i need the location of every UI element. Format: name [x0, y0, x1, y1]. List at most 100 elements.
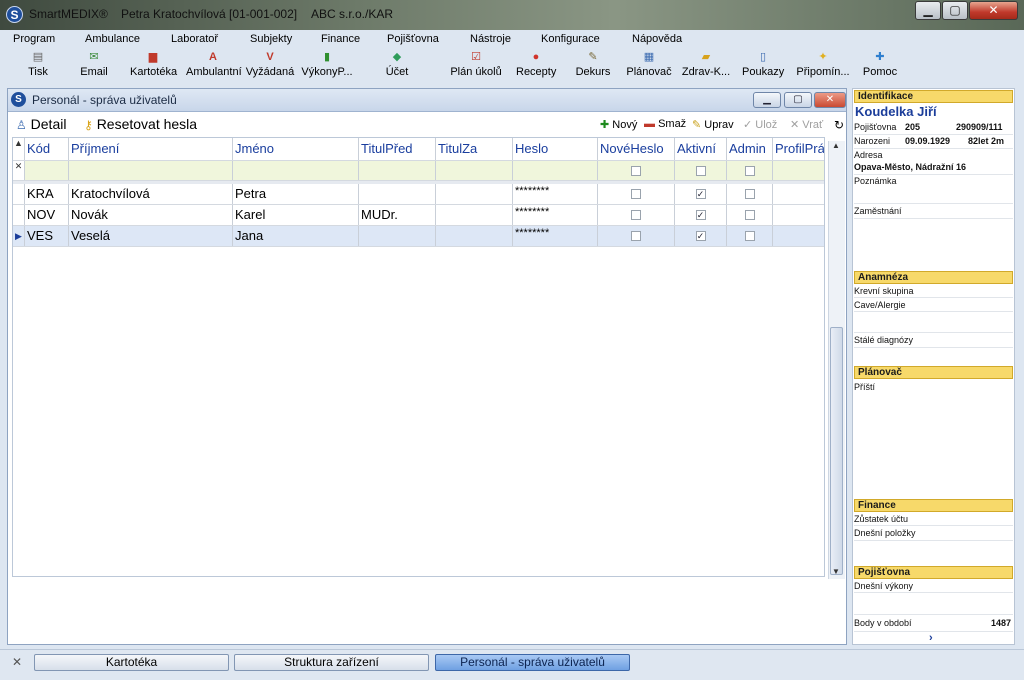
maximize-button[interactable]: ▢	[942, 1, 968, 20]
menu-konfigurace[interactable]: Konfigurace	[541, 33, 600, 45]
tool-plan-ukolu[interactable]: ☑ Plán úkolů	[450, 50, 502, 78]
reset-passwords-button[interactable]: ⚷ Resetovat hesla	[84, 116, 197, 132]
cell-titul-pred[interactable]	[359, 226, 436, 246]
close-button[interactable]: ✕	[969, 1, 1018, 20]
cell-aktivni[interactable]: ✓	[675, 205, 727, 225]
menu-napoveda[interactable]: Nápověda	[632, 33, 682, 45]
tool-poukazy[interactable]: ▯ Poukazy	[742, 50, 784, 78]
cell-prijmeni[interactable]: Kratochvílová	[69, 184, 233, 204]
cell-heslo[interactable]: ********	[513, 205, 598, 225]
table-row[interactable]: NOV Novák Karel MUDr. ******** ✓	[13, 205, 824, 226]
filter-titul-pred[interactable]	[359, 161, 436, 180]
tool-planovac[interactable]: ▦ Plánovač	[626, 50, 672, 78]
tool-ambulantni[interactable]: A Ambulantní	[186, 50, 242, 78]
cell-titul-za[interactable]	[436, 226, 513, 246]
cell-titul-pred[interactable]: MUDr.	[359, 205, 436, 225]
cell-jmeno[interactable]: Jana	[233, 226, 359, 246]
col-profil[interactable]: ProfilPrá	[773, 138, 824, 160]
cell-admin[interactable]	[727, 184, 773, 204]
tool-pripominky[interactable]: ✦ Připomín...	[794, 50, 852, 78]
vertical-scrollbar[interactable]: ▲ ▼	[828, 141, 845, 579]
child-minimize-button[interactable]: ▁	[753, 92, 781, 108]
checkbox[interactable]	[631, 231, 641, 241]
col-prijmeni[interactable]: Příjmení	[69, 138, 233, 160]
col-nove-heslo[interactable]: NovéHeslo	[598, 138, 675, 160]
tool-zdrav-k[interactable]: ▰ Zdrav-K...	[681, 50, 731, 78]
tab-struktura[interactable]: Struktura zařízení	[234, 654, 429, 671]
filter-profil[interactable]	[773, 161, 824, 180]
cell-titul-za[interactable]	[436, 205, 513, 225]
menu-laborator[interactable]: Laboratoř	[171, 33, 218, 45]
cell-nove-heslo[interactable]	[598, 184, 675, 204]
minimize-button[interactable]: ▁	[915, 1, 941, 20]
cell-kod[interactable]: VES	[25, 226, 69, 246]
filter-titul-za[interactable]	[436, 161, 513, 180]
cell-prijmeni[interactable]: Veselá	[69, 226, 233, 246]
checkbox[interactable]	[631, 166, 641, 176]
delete-button[interactable]: ▬ Smaž	[644, 118, 686, 130]
filter-admin[interactable]	[727, 161, 773, 180]
tool-email[interactable]: ✉ Email	[77, 50, 111, 78]
cell-prijmeni[interactable]: Novák	[69, 205, 233, 225]
filter-jmeno[interactable]	[233, 161, 359, 180]
table-row[interactable]: KRA Kratochvílová Petra ******** ✓	[13, 184, 824, 205]
tool-vykony[interactable]: ▮ VýkonyP...	[301, 50, 353, 78]
col-aktivni[interactable]: Aktivní	[675, 138, 727, 160]
tool-kartoteka[interactable]: ▆ Kartotéka	[130, 50, 177, 78]
checked-checkbox[interactable]: ✓	[695, 231, 706, 241]
menu-subjekty[interactable]: Subjekty	[250, 33, 292, 45]
scroll-down-icon[interactable]: ▼	[832, 567, 840, 576]
cell-kod[interactable]: KRA	[25, 184, 69, 204]
cell-aktivni[interactable]: ✓	[675, 184, 727, 204]
patient-name[interactable]: Koudelka Jiří	[855, 104, 937, 119]
checkbox[interactable]	[744, 189, 755, 199]
cell-jmeno[interactable]: Karel	[233, 205, 359, 225]
undo-button[interactable]: ✕ Vrať	[790, 118, 823, 131]
col-heslo[interactable]: Heslo	[513, 138, 598, 160]
cell-kod[interactable]: NOV	[25, 205, 69, 225]
cell-admin[interactable]	[727, 205, 773, 225]
col-admin[interactable]: Admin	[727, 138, 773, 160]
child-close-button[interactable]: ✕	[814, 92, 846, 108]
menu-pojistovna[interactable]: Pojišťovna	[387, 33, 439, 45]
menu-nastroje[interactable]: Nástroje	[470, 33, 511, 45]
expand-chevron-icon[interactable]: ›	[929, 632, 933, 644]
save-button[interactable]: ✓ Ulož	[743, 118, 777, 131]
checkbox[interactable]	[744, 231, 755, 241]
filter-heslo[interactable]	[513, 161, 598, 180]
detail-button[interactable]: ♙ Detail	[16, 116, 66, 132]
clear-filter-icon[interactable]: ✕	[13, 161, 25, 180]
tool-pomoc[interactable]: ✚ Pomoc	[862, 50, 898, 78]
filter-prijmeni[interactable]	[69, 161, 233, 180]
col-titul-za[interactable]: TitulZa	[436, 138, 513, 160]
tool-recepty[interactable]: ● Recepty	[516, 50, 556, 78]
menu-ambulance[interactable]: Ambulance	[85, 33, 140, 45]
cell-heslo[interactable]: ********	[513, 226, 598, 246]
tab-kartoteka[interactable]: Kartotéka	[34, 654, 229, 671]
child-restore-button[interactable]: ▢	[784, 92, 812, 108]
filter-nove-heslo[interactable]	[598, 161, 675, 180]
tool-ucet[interactable]: ◆ Účet	[385, 50, 409, 78]
cell-heslo[interactable]: ********	[513, 184, 598, 204]
cell-profil[interactable]	[773, 226, 824, 246]
menu-program[interactable]: Program	[13, 33, 55, 45]
checked-checkbox[interactable]: ✓	[695, 189, 706, 199]
menu-finance[interactable]: Finance	[321, 33, 360, 45]
scroll-thumb[interactable]	[830, 327, 843, 575]
cell-jmeno[interactable]: Petra	[233, 184, 359, 204]
new-button[interactable]: ✚ Nový	[600, 118, 637, 131]
cell-titul-za[interactable]	[436, 184, 513, 204]
tool-tisk[interactable]: ▤ Tisk	[21, 50, 55, 78]
cell-profil[interactable]	[773, 184, 824, 204]
tool-dekurs[interactable]: ✎ Dekurs	[575, 50, 611, 78]
col-jmeno[interactable]: Jméno	[233, 138, 359, 160]
checkbox[interactable]	[695, 166, 706, 176]
filter-kod[interactable]	[25, 161, 69, 180]
close-tabs-icon[interactable]: ✕	[12, 655, 22, 669]
table-row[interactable]: ▶ VES Veselá Jana ******** ✓	[13, 226, 824, 247]
col-kod[interactable]: Kód	[25, 138, 69, 160]
scroll-up-icon[interactable]: ▲	[832, 141, 840, 150]
col-titul-pred[interactable]: TitulPřed	[359, 138, 436, 160]
checked-checkbox[interactable]: ✓	[695, 210, 706, 220]
tool-vyzadana[interactable]: V Vyžádaná	[245, 50, 295, 78]
